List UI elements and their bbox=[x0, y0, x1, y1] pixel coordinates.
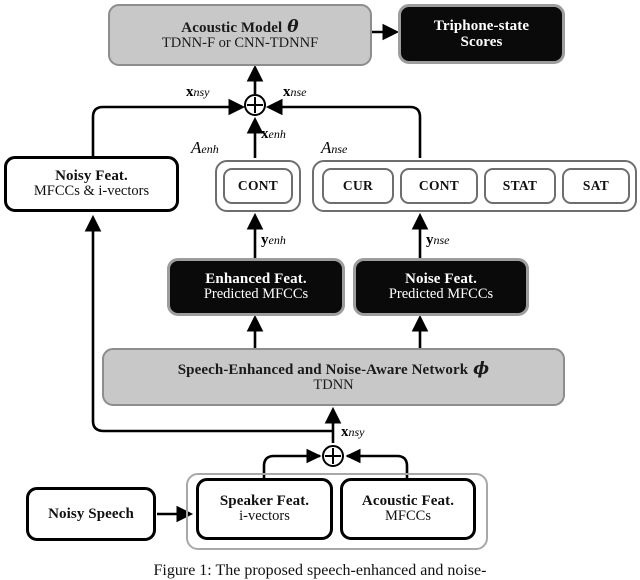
label-a-enh: Aenh bbox=[191, 138, 219, 157]
noise-feat-title: Noise Feat. bbox=[405, 271, 477, 288]
wire-xnsy-to-sum bbox=[91, 98, 246, 156]
figure-canvas: Acoustic Model θ TDNN-F or CNN-TDNNF Trip… bbox=[0, 0, 640, 579]
a-nse-chip-cur-label: CUR bbox=[342, 177, 374, 193]
noise-feat-box[interactable]: Noise Feat. Predicted MFCCs bbox=[353, 258, 529, 316]
acoustic-model-subtitle: TDNN-F or CNN-TDNNF bbox=[161, 35, 319, 52]
sum-junction-top bbox=[244, 94, 266, 116]
acoustic-feat-title: Acoustic Feat. bbox=[361, 493, 455, 510]
noisy-feat-box[interactable]: Noisy Feat. MFCCs & i-vectors bbox=[4, 156, 179, 212]
acoustic-feat-box[interactable]: Acoustic Feat. MFCCs bbox=[340, 478, 476, 540]
a-nse-chip-stat[interactable]: STAT bbox=[484, 168, 556, 204]
a-nse-chip-sat[interactable]: SAT bbox=[562, 168, 630, 204]
triphone-state-scores-box[interactable]: Triphone-state Scores bbox=[398, 4, 565, 64]
triphone-scores-line2: Scores bbox=[460, 34, 503, 50]
theta-symbol: θ bbox=[287, 16, 299, 37]
a-nse-chip-sat-label: SAT bbox=[582, 177, 610, 193]
a-nse-chip-cur[interactable]: CUR bbox=[322, 168, 394, 204]
a-enh-chip-cont-label: CONT bbox=[237, 177, 279, 193]
senn-network-subtitle: TDNN bbox=[313, 377, 354, 394]
speaker-feat-title: Speaker Feat. bbox=[219, 493, 310, 510]
enhanced-feat-title: Enhanced Feat. bbox=[205, 271, 307, 288]
label-x-nsy-bottom: xnsy bbox=[341, 424, 365, 440]
label-a-nse: Anse bbox=[318, 138, 351, 158]
speaker-feat-subtitle: i-vectors bbox=[239, 508, 290, 525]
noisy-speech-box[interactable]: Noisy Speech bbox=[26, 487, 156, 541]
label-y-enh: yenh bbox=[261, 232, 286, 248]
speaker-feat-box[interactable]: Speaker Feat. i-vectors bbox=[196, 478, 333, 540]
noisy-feat-subtitle: MFCCs & i-vectors bbox=[33, 183, 150, 200]
a-enh-chip-cont[interactable]: CONT bbox=[223, 168, 293, 204]
phi-symbol: ϕ bbox=[473, 358, 490, 379]
triphone-scores-line1: Triphone-state bbox=[433, 17, 530, 34]
figure-caption: Figure 1: The proposed speech-enhanced a… bbox=[153, 562, 487, 579]
label-y-nse: ynse bbox=[426, 232, 450, 248]
acoustic-model-title: Acoustic Model θ bbox=[181, 16, 299, 37]
senn-network-box[interactable]: Speech-Enhanced and Noise-Aware Network ϕ… bbox=[102, 348, 565, 406]
a-nse-chip-cont[interactable]: CONT bbox=[400, 168, 478, 204]
enhanced-feat-box[interactable]: Enhanced Feat. Predicted MFCCs bbox=[167, 258, 345, 316]
noise-feat-subtitle: Predicted MFCCs bbox=[388, 286, 494, 303]
sum-junction-bottom bbox=[322, 445, 344, 467]
label-x-nsy-top: xnsy bbox=[186, 84, 210, 100]
a-nse-chip-cont-label: CONT bbox=[418, 177, 460, 193]
label-x-nse: xnse bbox=[283, 84, 307, 100]
acoustic-feat-subtitle: MFCCs bbox=[385, 508, 431, 525]
a-nse-chip-stat-label: STAT bbox=[502, 177, 538, 193]
noisy-speech-title: Noisy Speech bbox=[48, 505, 134, 522]
acoustic-model-box[interactable]: Acoustic Model θ TDNN-F or CNN-TDNNF bbox=[108, 4, 372, 66]
senn-network-title: Speech-Enhanced and Noise-Aware Network ϕ bbox=[177, 358, 490, 379]
label-x-enh: xenh bbox=[261, 126, 286, 142]
noisy-feat-title: Noisy Feat. bbox=[55, 168, 128, 185]
enhanced-feat-subtitle: Predicted MFCCs bbox=[203, 286, 309, 303]
